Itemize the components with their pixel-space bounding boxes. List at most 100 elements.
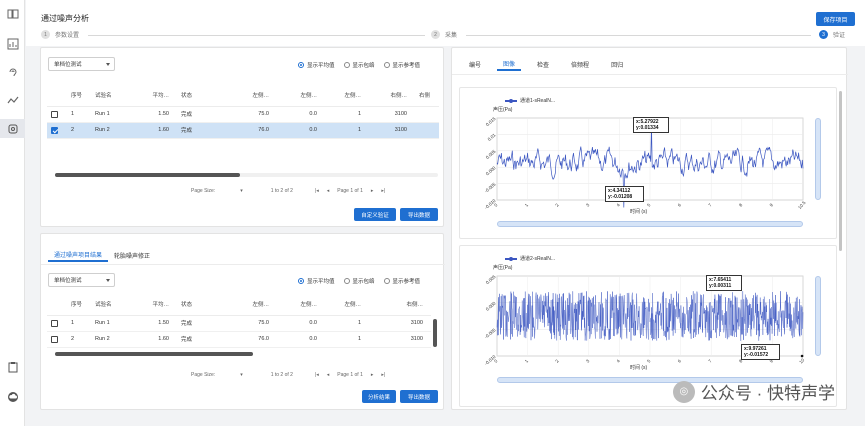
table-vertical-scrollbar[interactable] <box>433 319 437 347</box>
table-row-selected[interactable]: 2 Run 2 1.60 完成 76.0 0.0 1 3100 <box>47 122 439 139</box>
test-mode-select[interactable]: 单档位测试 <box>48 57 115 71</box>
col-header[interactable]: 右侧… <box>369 85 415 107</box>
col-header[interactable]: 试验名 <box>91 294 133 316</box>
radio-show-envelope[interactable]: 显示包络 <box>343 277 375 285</box>
step-number: 2 <box>431 30 440 39</box>
row-checkbox[interactable] <box>51 110 58 118</box>
col-header[interactable]: 序号 <box>67 85 91 107</box>
col-header[interactable]: 左侧… <box>325 294 369 316</box>
step-2[interactable]: 2 采集 <box>431 30 457 39</box>
col-header[interactable]: 左侧… <box>227 85 277 107</box>
analyze-results-button[interactable]: 分析结果 <box>362 390 396 403</box>
y-zoom-slider[interactable] <box>815 118 821 200</box>
col-header[interactable]: 试验名 <box>91 85 133 107</box>
row-checkbox[interactable] <box>51 319 58 327</box>
radio-show-envelope[interactable]: 显示包络 <box>343 61 375 69</box>
readout-text: x:7.65411 y:0.00311 <box>709 277 732 289</box>
export-data-button[interactable]: 导出数据 <box>400 208 438 221</box>
prev-page-icon[interactable]: ◂ <box>327 188 330 194</box>
export-data-button[interactable]: 导出数据 <box>400 390 438 403</box>
step-3[interactable]: 3 验证 <box>819 30 845 39</box>
table-horizontal-scrollbar[interactable] <box>55 352 253 356</box>
first-page-icon[interactable]: |◂ <box>315 372 319 378</box>
last-page-icon[interactable]: ▸| <box>381 188 385 194</box>
tab-tire-noise-correction[interactable]: 轮胎噪声修正 <box>108 248 156 262</box>
scrollbar-thumb[interactable] <box>55 173 240 177</box>
ear-icon[interactable] <box>6 65 19 78</box>
col-header[interactable]: 右侧… <box>369 294 431 316</box>
radio-show-average[interactable]: 显示平均值 <box>298 61 335 69</box>
tab-passby-results[interactable]: 通过噪声项目结果 <box>48 248 109 262</box>
col-header[interactable]: 左侧… <box>277 294 325 316</box>
x-tick-label: 1 <box>524 202 530 208</box>
table-row[interactable]: 1 Run 1 1.50 完成 75.0 0.0 1 3100 <box>47 106 439 123</box>
cursor-readout-4: x:9.97261 y:-0.01572 <box>741 344 780 360</box>
save-project-button[interactable]: 保存项目 <box>816 12 855 26</box>
cell-value: 75.0 <box>227 106 277 123</box>
readout-text: x:4.34112 y:-0.01208 <box>608 188 633 200</box>
tab-regression[interactable]: 回归 <box>605 57 629 71</box>
y-zoom-slider[interactable] <box>815 276 821 356</box>
tab-image[interactable]: 图像 <box>497 57 522 71</box>
next-page-icon[interactable]: ▸ <box>371 372 374 378</box>
scrollbar-thumb[interactable] <box>55 352 253 356</box>
passby-noise-icon[interactable] <box>0 119 25 138</box>
test-mode-select[interactable]: 单档位测试 <box>48 273 115 287</box>
wechat-logo-icon: ◎ <box>672 380 695 403</box>
prev-page-icon[interactable]: ◂ <box>327 372 330 378</box>
x-tick-label: 6 <box>677 202 683 208</box>
row-checkbox[interactable] <box>51 335 58 343</box>
cell-status: 完成 <box>177 331 227 348</box>
col-header[interactable]: 左侧… <box>325 85 369 107</box>
cell-name: Run 2 <box>91 122 133 139</box>
chart-1-plot[interactable]: 0.0150.010.0050.000-0.005-0.0100 1 2 3 4 5 6 7 8… <box>460 88 838 240</box>
radio-show-reference[interactable]: 显示参考值 <box>383 277 421 285</box>
col-header[interactable]: 平均… <box>133 85 177 107</box>
step-1[interactable]: 1 参数设置 <box>41 30 79 39</box>
col-header[interactable]: 左侧… <box>227 294 277 316</box>
panel-scrollbar[interactable] <box>839 91 842 251</box>
tab-id[interactable]: 编号 <box>463 57 487 71</box>
col-header[interactable]: 序号 <box>67 294 91 316</box>
tab-octave[interactable]: 倍频程 <box>565 57 595 71</box>
trend-icon[interactable] <box>6 93 19 106</box>
clipboard-icon[interactable] <box>6 360 19 373</box>
radio-show-reference[interactable]: 显示参考值 <box>383 61 420 69</box>
cell-avg: 1.50 <box>133 106 177 123</box>
cell-value: 1 <box>325 106 369 123</box>
first-page-icon[interactable]: |◂ <box>315 188 319 194</box>
x-zoom-slider[interactable] <box>497 221 803 227</box>
col-header[interactable]: 状态 <box>177 294 227 316</box>
col-header[interactable]: 右侧 <box>415 85 439 107</box>
cell-value: 1 <box>325 122 369 139</box>
page-size-chevron-icon[interactable]: ▾ <box>240 188 243 194</box>
x-tick-label: 6 <box>677 358 683 364</box>
radio-dot <box>383 62 390 68</box>
chart-icon[interactable] <box>6 37 19 50</box>
step-label: 验证 <box>833 33 846 39</box>
radio-dot <box>298 62 304 68</box>
next-page-icon[interactable]: ▸ <box>371 188 374 194</box>
radio-show-average[interactable]: 显示平均值 <box>298 277 335 285</box>
cell-value: 76.0 <box>227 122 277 139</box>
results-panel: 通过噪声项目结果 轮胎噪声修正 单档位测试 显示平均值 显示包络 显示参考值 序… <box>40 233 445 410</box>
col-header[interactable]: 左侧… <box>277 85 325 107</box>
chevron-down-icon <box>106 279 110 282</box>
custom-verify-button[interactable]: 自定义验证 <box>354 208 396 221</box>
step-label: 采集 <box>445 33 458 39</box>
table-row[interactable]: 1 Run 1 1.50 完成 75.0 0.0 1 3100 <box>47 315 431 332</box>
col-header[interactable]: 状态 <box>177 85 227 107</box>
cloud-icon[interactable] <box>6 390 19 403</box>
page-size-chevron-icon[interactable]: ▾ <box>240 372 243 378</box>
radio-label: 显示参考值 <box>392 279 421 285</box>
last-page-icon[interactable]: ▸| <box>381 372 385 378</box>
cursor-readout-1: x:5.27922 y:0.01334 <box>633 117 669 133</box>
project-icon[interactable] <box>6 7 19 20</box>
table-row[interactable]: 2 Run 2 1.60 完成 76.0 0.0 1 3100 <box>47 331 431 348</box>
table-horizontal-scrollbar[interactable] <box>55 173 438 177</box>
row-checkbox[interactable] <box>51 126 58 134</box>
tab-check[interactable]: 检查 <box>531 57 555 71</box>
radio-label: 显示平均值 <box>307 63 335 69</box>
cell-no: 1 <box>67 106 91 123</box>
col-header[interactable]: 平均… <box>133 294 177 316</box>
